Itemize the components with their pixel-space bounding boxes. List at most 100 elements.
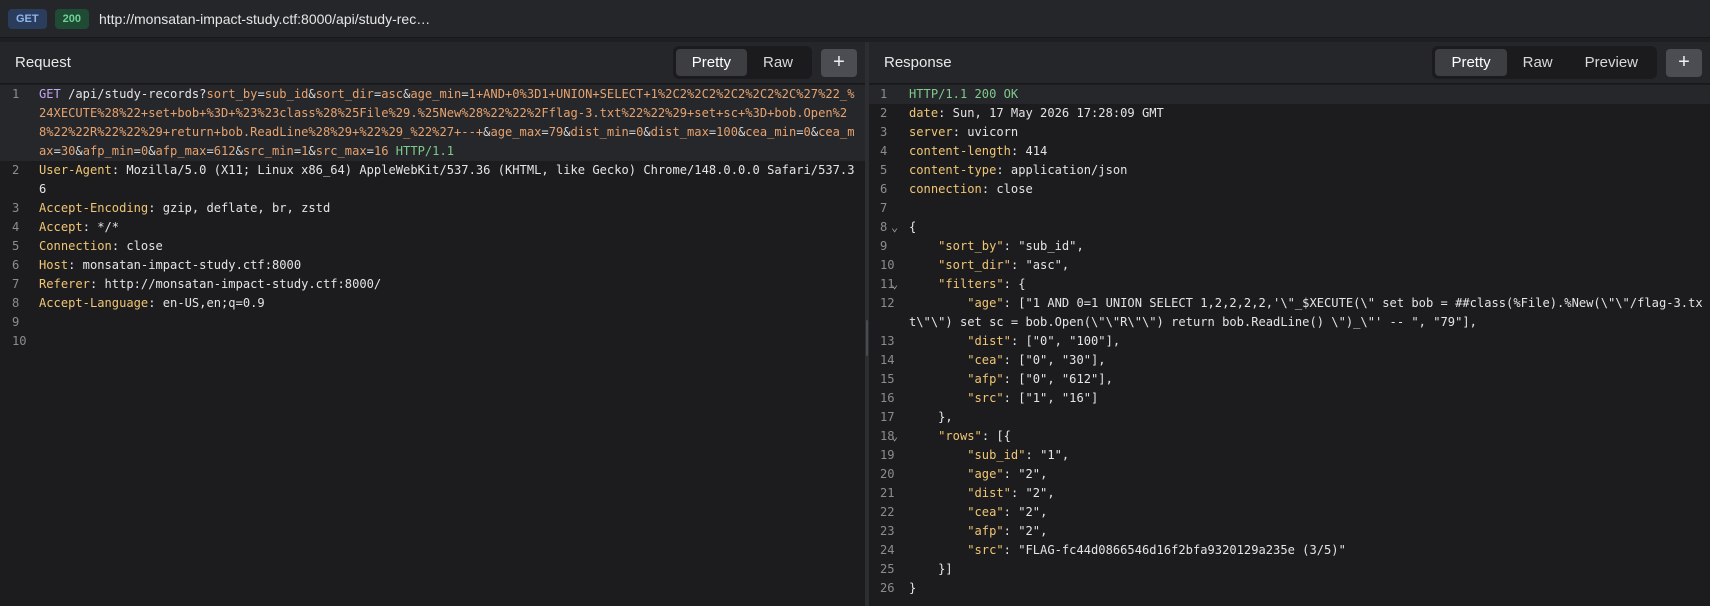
divider-grip[interactable] <box>866 320 868 356</box>
request-summary-bar: GET 200 http://monsatan-impact-study.ctf… <box>0 0 1710 38</box>
json-colon: : <box>1003 239 1019 253</box>
param-equals: = <box>628 125 637 139</box>
gutter <box>891 446 909 465</box>
line-number: 13 <box>880 334 895 348</box>
gutter <box>26 256 39 275</box>
line-number: 21 <box>880 486 895 500</box>
query-param-value: 612 <box>213 144 236 158</box>
header-value: : en-US,en;q=0.9 <box>148 296 265 310</box>
json-key: "filters" <box>938 277 1004 291</box>
query-param-name: cea_min <box>745 125 797 139</box>
tab-raw[interactable]: Raw <box>1507 49 1569 76</box>
json-punct: { <box>909 220 917 234</box>
request-url[interactable]: http://monsatan-impact-study.ctf:8000/ap… <box>99 11 430 27</box>
response-line: 22 "cea": "2", <box>869 503 1710 522</box>
response-line: 4 content-length: 414 <box>869 142 1710 161</box>
line-number: 20 <box>880 467 895 481</box>
header-text: User-Agent: Mozilla/5.0 (X11; Linux x86_… <box>39 161 865 199</box>
json-key: "src" <box>967 543 1004 557</box>
json-colon: : <box>1025 448 1041 462</box>
response-line: 26} <box>869 579 1710 598</box>
response-line-text: "dist": "2", <box>909 484 1710 503</box>
tab-pretty[interactable]: Pretty <box>1435 49 1507 76</box>
json-punct: : { <box>1003 277 1026 291</box>
add-tab-button[interactable]: + <box>821 48 857 77</box>
json-value: "2" <box>1018 505 1041 519</box>
tab-preview[interactable]: Preview <box>1569 49 1654 76</box>
header-text: Accept: */* <box>39 218 865 237</box>
tab-pretty[interactable]: Pretty <box>675 49 747 76</box>
line-number: 25 <box>880 562 895 576</box>
line-number: 17 <box>880 410 895 424</box>
gutter <box>891 180 909 199</box>
gutter <box>891 408 909 427</box>
line-number: 2 <box>880 106 888 120</box>
add-tab-button[interactable]: + <box>1666 48 1702 77</box>
json-colon: : <box>1003 296 1019 310</box>
header-value: : http://monsatan-impact-study.ctf:8000/ <box>89 277 382 291</box>
response-line: 11 ⌄ "filters": { <box>869 275 1710 294</box>
response-line-text: date: Sun, 17 May 2026 17:28:09 GMT <box>909 104 1710 123</box>
gutter <box>891 541 909 560</box>
query-param-value: asc <box>381 87 404 101</box>
param-equals: = <box>461 87 469 101</box>
json-colon: : <box>1003 467 1019 481</box>
header-text: Host: monsatan-impact-study.ctf:8000 <box>39 256 865 275</box>
response-line: 10 "sort_dir": "asc", <box>869 256 1710 275</box>
line-number: 11 <box>880 277 895 291</box>
response-line: 19 "sub_id": "1", <box>869 446 1710 465</box>
gutter <box>891 484 909 503</box>
request-title: Request <box>15 54 71 71</box>
line-number: 16 <box>880 391 895 405</box>
json-key: "cea" <box>967 353 1004 367</box>
json-value: "FLAG-fc44d0866546d16f2bfa9320129a235e (… <box>1018 543 1346 557</box>
param-equals: = <box>133 144 141 158</box>
http-method: GET <box>39 87 61 101</box>
param-separator: & <box>563 125 571 139</box>
request-header-line: 3 Accept-Encoding: gzip, deflate, br, zst… <box>0 199 865 218</box>
response-line: 12 "age": ["1 AND 0=1 UNION SELECT 1,2,2… <box>869 294 1710 332</box>
json-value: "1" <box>1040 448 1062 462</box>
response-line-text: { <box>909 218 1710 237</box>
json-value: "asc" <box>1025 258 1062 272</box>
line-number: 8 <box>12 296 20 310</box>
line-number: 22 <box>880 505 895 519</box>
request-editor[interactable]: 1 GET /api/study-records?sort_by=sub_id&… <box>0 84 865 351</box>
gutter <box>26 218 39 237</box>
json-value: ["0", "612"], <box>1018 372 1113 386</box>
query-param-name: sort_dir <box>315 87 374 101</box>
header-text: Accept-Encoding: gzip, deflate, br, zstd <box>39 199 865 218</box>
line-number: 6 <box>880 182 888 196</box>
chevron-down-icon: ⌄ <box>891 220 899 234</box>
json-key: "src" <box>967 391 1004 405</box>
request-header-line: 2 User-Agent: Mozilla/5.0 (X11; Linux x86… <box>0 161 865 199</box>
param-separator: & <box>308 87 316 101</box>
request-line: 1 GET /api/study-records?sort_by=sub_id&… <box>0 85 865 161</box>
request-header-line: 4 Accept: */* <box>0 218 865 237</box>
query-param-value: 79 <box>548 125 564 139</box>
response-line-text: }] <box>909 560 1710 579</box>
status-badge: 200 <box>54 8 89 29</box>
response-line: 17 }, <box>869 408 1710 427</box>
json-punct: : [{ <box>981 429 1011 443</box>
tab-raw[interactable]: Raw <box>747 49 809 76</box>
header-value: : monsatan-impact-study.ctf:8000 <box>68 258 302 272</box>
header-value: : uvicorn <box>952 125 1019 139</box>
line-number: 7 <box>880 201 888 215</box>
response-line-text: "sort_by": "sub_id", <box>909 237 1710 256</box>
response-line-text: "sub_id": "1", <box>909 446 1710 465</box>
response-editor[interactable]: 1 HTTP/1.1 200 OK 2 date: Sun, 17 May 2026 … <box>869 84 1710 598</box>
param-separator: & <box>148 144 156 158</box>
response-line: 13 "dist": ["0", "100"], <box>869 332 1710 351</box>
line-number: 4 <box>880 144 888 158</box>
line-number: 1 <box>880 87 888 101</box>
json-key: "sort_dir" <box>938 258 1011 272</box>
response-line-text: }, <box>909 408 1710 427</box>
json-colon: : <box>1010 486 1026 500</box>
header-value: : close <box>981 182 1033 196</box>
